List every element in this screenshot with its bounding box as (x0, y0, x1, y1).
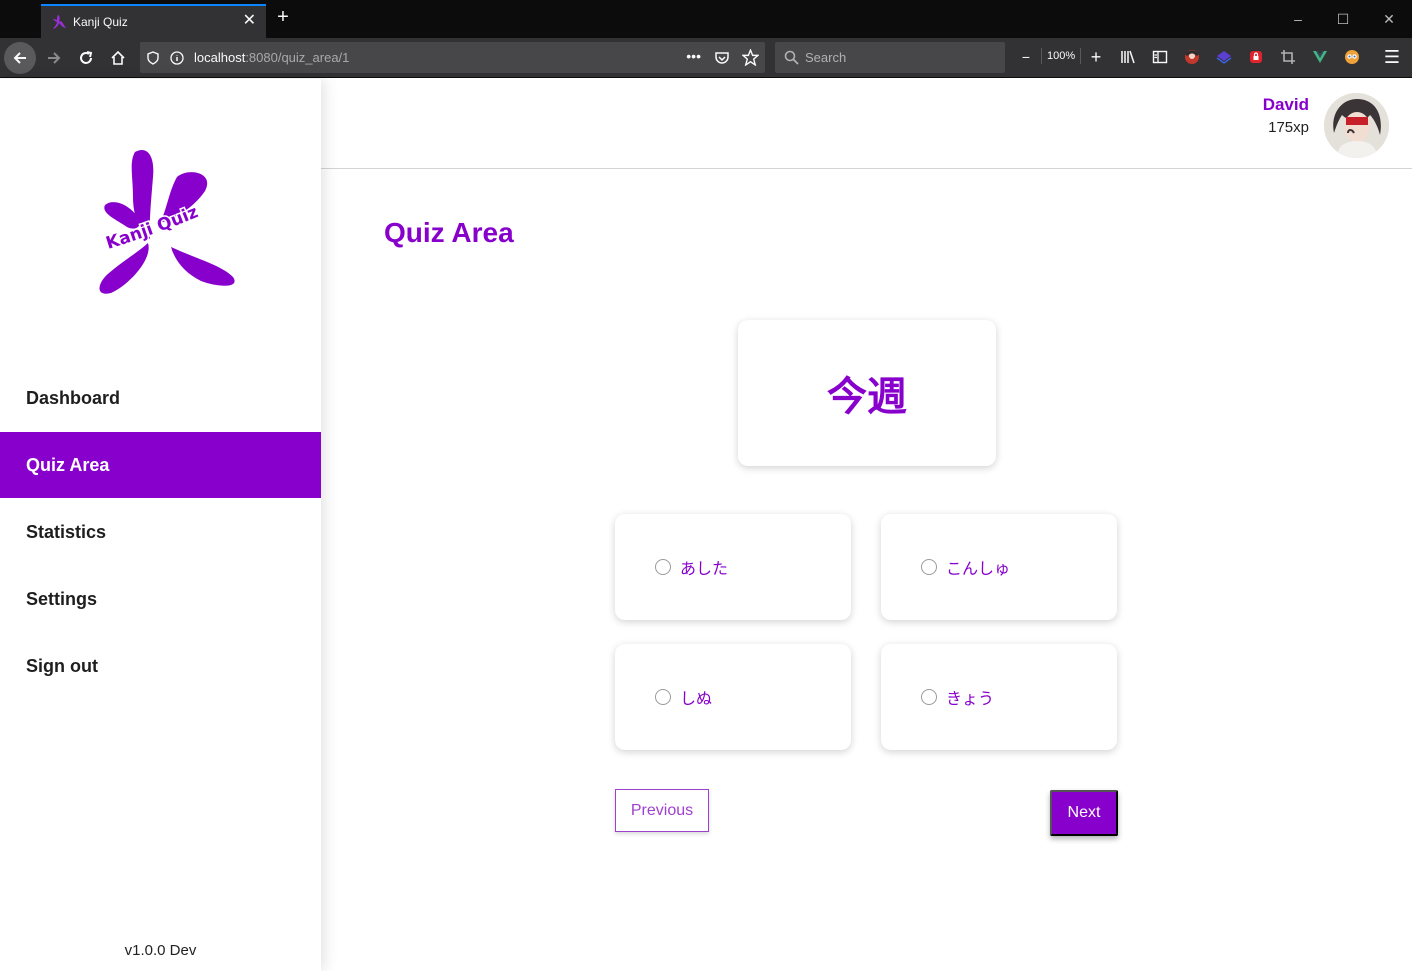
browser-nav-bar: localhost:8080/quiz_area/1 ••• Search − … (0, 38, 1412, 78)
search-icon (784, 50, 799, 65)
vue-devtools-icon[interactable] (1310, 47, 1330, 67)
answer-option-3[interactable]: しぬ (615, 644, 851, 750)
zoom-in-icon[interactable]: + (1086, 47, 1106, 67)
sidebar-item-dashboard[interactable]: Dashboard (0, 365, 321, 431)
previous-button[interactable]: Previous (615, 789, 709, 832)
extension-layers-icon[interactable] (1214, 47, 1234, 67)
nav-label: Sign out (26, 655, 98, 676)
tab-close-icon[interactable]: ✕ (243, 13, 256, 29)
sidebar-item-statistics[interactable]: Statistics (0, 499, 321, 565)
maximize-icon[interactable]: ☐ (1333, 9, 1353, 29)
radio-button[interactable] (655, 559, 671, 575)
answer-option-1[interactable]: あした (615, 514, 851, 620)
browser-tab-bar: Kanji Quiz ✕ + – ☐ ✕ (0, 0, 1412, 38)
home-icon[interactable] (102, 42, 134, 74)
radio-button[interactable] (921, 559, 937, 575)
top-bar: David 175xp (321, 79, 1412, 169)
extension-lock-icon[interactable] (1246, 47, 1266, 67)
browser-tab[interactable]: Kanji Quiz ✕ (41, 4, 266, 38)
user-name: David (1262, 95, 1309, 114)
info-icon[interactable] (170, 50, 184, 65)
extension-face-icon[interactable] (1342, 47, 1362, 67)
answer-option-label: しぬ (680, 689, 713, 708)
sidebar-item-quiz-area[interactable]: Quiz Area (0, 432, 321, 498)
answer-option-4[interactable]: きょう (881, 644, 1117, 750)
answer-option-label: きょう (946, 689, 995, 708)
avatar[interactable] (1324, 93, 1389, 158)
kanji-question-text: 今週 (827, 374, 907, 420)
reload-icon[interactable] (70, 42, 102, 74)
page-title: Quiz Area (384, 217, 514, 248)
zoom-out-icon[interactable]: − (1016, 47, 1036, 67)
pocket-icon[interactable] (714, 50, 730, 66)
kanji-quiz-favicon-icon (53, 15, 66, 29)
user-xp: 175xp (1268, 119, 1309, 136)
minimize-icon[interactable]: – (1288, 9, 1308, 29)
kanji-quiz-logo: Kanji Quiz (99, 149, 235, 294)
window-close-icon[interactable]: ✕ (1379, 9, 1399, 29)
user-avatar-image (1324, 93, 1389, 158)
library-icon[interactable] (1118, 47, 1138, 67)
new-tab-plus-icon[interactable]: + (272, 7, 294, 27)
url-bar[interactable]: localhost:8080/quiz_area/1 ••• (140, 42, 765, 73)
crop-icon[interactable] (1278, 47, 1298, 67)
answer-option-2[interactable]: こんしゅ (881, 514, 1117, 620)
answer-option-label: あした (680, 559, 729, 578)
radio-button[interactable] (655, 689, 671, 705)
nav-label: Settings (26, 588, 98, 609)
tab-title: Kanji Quiz (73, 15, 128, 29)
next-button[interactable]: Next (1050, 790, 1118, 836)
sidebar-toggle-icon[interactable] (1150, 47, 1170, 67)
forward-arrow-icon[interactable] (38, 42, 70, 74)
zoom-level[interactable]: 100% (1041, 48, 1082, 64)
sidebar: Kanji Quiz Dashboard Quiz Area Statistic… (0, 79, 321, 971)
more-actions-icon[interactable]: ••• (686, 48, 701, 64)
hamburger-menu-icon[interactable]: ☰ (1382, 47, 1402, 67)
nav-label: Dashboard (26, 387, 121, 408)
nav-label: Statistics (26, 521, 107, 542)
shield-icon[interactable] (146, 50, 160, 65)
back-arrow-icon[interactable] (4, 42, 36, 74)
version-label: v1.0.0 Dev (124, 942, 197, 959)
url-path: :8080/quiz_area/1 (245, 50, 350, 65)
extension-avatar-icon[interactable] (1182, 47, 1202, 67)
search-input[interactable]: Search (775, 42, 1005, 73)
sidebar-item-sign-out[interactable]: Sign out (0, 633, 321, 699)
bookmark-star-icon[interactable] (742, 49, 759, 66)
search-placeholder: Search (805, 50, 847, 65)
kanji-question-card: 今週 (738, 320, 996, 466)
url-text[interactable]: localhost:8080/quiz_area/1 (194, 50, 349, 65)
nav-label: Quiz Area (26, 454, 110, 475)
answer-option-label: こんしゅ (946, 559, 1011, 578)
radio-button[interactable] (921, 689, 937, 705)
sidebar-item-settings[interactable]: Settings (0, 566, 321, 632)
url-host: localhost (194, 50, 246, 65)
